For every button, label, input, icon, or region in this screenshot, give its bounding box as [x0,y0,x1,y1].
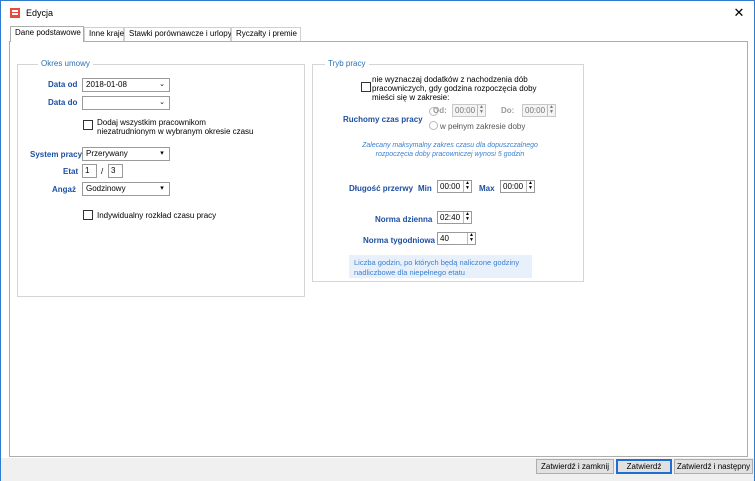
data-od-picker[interactable]: 2018-01-08 ⌄ [82,78,170,92]
caret-down-icon: ▾ [160,185,164,192]
przerwa-min-input[interactable]: 00:00 ▲ ▼ [437,180,472,193]
button-label: Zatwierdź i zamknij [540,462,609,471]
dodaj-wszystkim-checkbox[interactable] [83,120,93,130]
spinner-icon: ▲ ▼ [463,212,471,223]
spinner-icon: ▲ ▼ [547,105,555,116]
okres-umowy-group: Okres umowy Data od 2018-01-08 ⌄ Data do… [17,59,305,297]
data-do-label: Data do [48,98,78,107]
od-label: Od: [433,106,447,115]
tab-label: Dane podstawowe [15,28,81,37]
liczba-godzin-note-2: nadliczbowe dla niepełnego etatu [354,268,465,277]
tab-label: Inne kraje [89,29,125,38]
etat-numerator-input[interactable]: 1 [82,164,97,178]
button-label: Zatwierdź i następny [676,462,751,471]
data-od-value: 2018-01-08 [86,80,127,89]
indywidualny-checkbox[interactable] [83,210,93,220]
do-time-input[interactable]: 00:00 ▲ ▼ [522,104,556,117]
spinner-icon: ▲ ▼ [463,181,471,192]
window-title: Edycja [26,8,54,18]
tab-stawki[interactable]: Stawki porównawcze i urlopy [124,27,232,41]
button-bar: Zatwierdź i zamknij Zatwierdź Zatwierdź … [1,458,754,481]
indywidualny-label: Indywidualny rozkład czasu pracy [97,211,217,220]
nie-wyznaczaj-label-1: nie wyznaczaj dodatków z nachodzenia dób [372,75,528,84]
zalecany-info-2: rozpoczęcia doby pracowniczej wynosi 5 g… [375,151,525,158]
tab-label: Stawki porównawcze i urlopy [129,29,232,38]
chevron-down-icon: ⌄ [159,81,165,88]
etat-numerator-value: 1 [85,166,90,175]
system-pracy-label: System pracy [30,150,83,159]
do-label: Do: [501,106,515,115]
norma-tygodniowa-label: Norma tygodniowa [363,236,436,245]
tryb-pracy-legend: Tryb pracy [325,59,369,68]
etat-label: Etat [63,167,79,176]
zalecany-info-1: Zalecany maksymalny zakres czasu dla dop… [362,142,538,149]
norma-tygodniowa-input[interactable]: 40 ▲ ▼ [437,232,476,245]
data-do-picker[interactable]: ⌄ [82,96,170,110]
system-pracy-select[interactable]: Przerywany ▾ [82,147,170,161]
spinner-icon: ▲ ▼ [526,181,534,192]
pelny-zakres-label: w pełnym zakresie doby [440,122,526,131]
etat-separator: / [101,167,104,176]
edit-dialog: Edycja ✕ Dane podstawowe Inne kraje Staw… [0,0,755,481]
norma-dzienna-input[interactable]: 02:40 ▲ ▼ [437,211,472,224]
data-od-label: Data od [48,80,78,89]
system-pracy-value: Przerywany [86,149,128,158]
zatwierdz-button[interactable]: Zatwierdź [616,459,672,474]
etat-denominator-value: 3 [111,166,116,175]
przerwa-min-value: 00:00 [440,182,461,191]
przerwa-max-value: 00:00 [503,182,524,191]
nie-wyznaczaj-label-2: pracowniczych, gdy godzina rozpoczęcia d… [372,84,537,93]
okres-umowy-legend: Okres umowy [38,59,93,68]
title-bar: Edycja ✕ [1,1,754,25]
tryb-pracy-group: Tryb pracy nie wyznaczaj dodatków z nach… [312,59,584,282]
tab-ryczalty[interactable]: Ryczałty i premie [231,27,301,41]
button-label: Zatwierdź [626,462,662,471]
dlugosc-przerwy-label: Długość przerwy [349,184,414,193]
angaz-label: Angaż [52,185,76,194]
angaz-value: Godzinowy [86,184,126,193]
chevron-down-icon: ⌄ [159,99,165,106]
liczba-godzin-note-1: Liczba godzin, po których będą naliczone… [354,258,520,267]
close-button[interactable]: ✕ [730,4,748,22]
od-time-value: 00:00 [455,106,476,115]
app-icon [10,8,20,18]
nie-wyznaczaj-label-3: mieści się w zakresie: [372,93,450,102]
przerwa-max-input[interactable]: 00:00 ▲ ▼ [500,180,535,193]
spinner-icon: ▲ ▼ [467,233,475,244]
spinner-icon: ▲ ▼ [477,105,485,116]
liczba-godzin-note: Liczba godzin, po których będą naliczone… [349,255,532,278]
norma-tygodniowa-value: 40 [440,234,449,243]
dodaj-wszystkim-label-2: niezatrudnionym w wybranym okresie czasu [97,127,254,136]
min-label: Min [418,184,432,193]
zatwierdz-i-nastepny-button[interactable]: Zatwierdź i następny [674,459,753,474]
etat-denominator-input[interactable]: 3 [108,164,123,178]
od-time-input[interactable]: 00:00 ▲ ▼ [452,104,486,117]
tab-panel: Okres umowy Data od 2018-01-08 ⌄ Data do… [9,41,748,457]
max-label: Max [479,184,495,193]
norma-dzienna-label: Norma dzienna [375,215,433,224]
nie-wyznaczaj-checkbox[interactable] [361,82,371,92]
caret-down-icon: ▾ [160,150,164,157]
angaz-select[interactable]: Godzinowy ▾ [82,182,170,196]
dodaj-wszystkim-label-1: Dodaj wszystkim pracownikom [97,118,206,127]
zatwierdz-i-zamknij-button[interactable]: Zatwierdź i zamknij [536,459,614,474]
tab-label: Ryczałty i premie [236,29,297,38]
ruchomy-czas-label: Ruchomy czas pracy [343,115,423,124]
pelny-zakres-radio[interactable] [429,121,438,130]
tab-dane-podstawowe[interactable]: Dane podstawowe [10,26,84,42]
close-icon: ✕ [733,5,745,20]
tab-inne-kraje[interactable]: Inne kraje [84,27,124,41]
norma-dzienna-value: 02:40 [440,213,461,222]
do-time-value: 00:00 [525,106,546,115]
